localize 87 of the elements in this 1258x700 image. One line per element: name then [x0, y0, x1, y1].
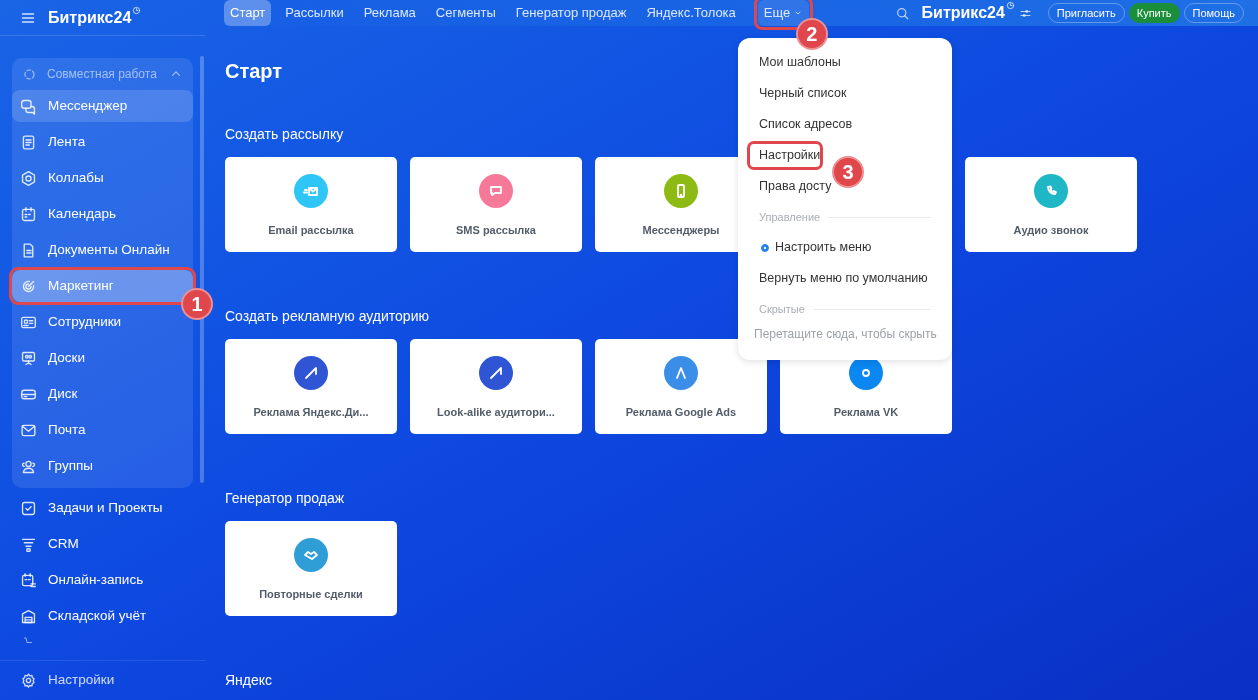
schedule-icon — [20, 571, 37, 589]
chat-bubbles-icon — [20, 97, 37, 115]
page-title: Старт — [225, 59, 283, 84]
logo-text: Битрикс24 — [48, 7, 132, 28]
tile-card[interactable]: Реклама Яндекс.Ди... — [225, 339, 397, 434]
tile-card[interactable]: Повторные сделки — [225, 521, 397, 616]
section-title: Создать рассылку — [225, 125, 344, 144]
document-icon — [20, 133, 37, 151]
tile-label: Аудио звонок — [1013, 223, 1089, 238]
sidebar-item[interactable]: Документы Онлайн — [12, 234, 193, 266]
sidebar-item-label: Складской учёт — [48, 606, 147, 625]
settings-item[interactable]: Настройки — [0, 660, 205, 700]
sidebar-item[interactable]: Почта — [12, 414, 193, 446]
sidebar-item-label: Диск — [48, 384, 78, 403]
header-button[interactable]: Купить — [1128, 3, 1180, 23]
tile-label: Мессенджеры — [642, 223, 720, 238]
nav-tab[interactable]: Старт — [224, 0, 272, 26]
sidebar-item-label: Календарь — [48, 204, 117, 223]
sidebar-item[interactable]: CRM — [12, 528, 193, 560]
group-title: Совместная работа — [47, 66, 158, 83]
tile-card[interactable]: Реклама Google Ads — [595, 339, 767, 434]
sidebar-item[interactable]: Мессенджер — [12, 90, 193, 122]
search-icon — [894, 5, 910, 21]
tile-card[interactable]: Email рассылка — [225, 157, 397, 252]
checkbox-icon — [20, 499, 37, 517]
nav-tab[interactable]: Рассылки — [279, 0, 350, 26]
menu-item[interactable]: Список адресов — [746, 109, 857, 140]
sidebar-item-label: Коллабы — [48, 168, 104, 187]
sidebar-item-label: Документы Онлайн — [48, 240, 170, 259]
sidebar-item[interactable]: Диск — [12, 378, 193, 410]
clock-icon — [132, 5, 142, 15]
sidebar-item-label: Маркетинг — [48, 276, 114, 295]
gear-icon — [20, 672, 37, 689]
step-badge: 3 — [832, 156, 864, 188]
nav-tab[interactable]: Генератор продаж — [509, 0, 633, 26]
sidebar-item-label: Задачи и Проекты — [48, 498, 163, 517]
warehouse-icon — [20, 607, 37, 625]
sidebar-item[interactable]: Складской учёт — [12, 600, 193, 632]
sidebar-item[interactable]: Группы — [12, 450, 193, 482]
sidebar-item-label: Мессенджер — [48, 96, 128, 115]
tile-card[interactable]: Аудио звонок — [965, 157, 1137, 252]
section-title: Яндекс — [225, 671, 273, 690]
tile-label: Реклама Яндекс.Ди... — [253, 405, 369, 420]
step-badge: 2 — [795, 18, 828, 50]
tile-label: Look-alike аудитори... — [437, 405, 555, 420]
logo-text: Битрикс24 — [921, 3, 1005, 23]
sparkle-ring-icon — [22, 66, 37, 82]
menu-item[interactable]: Вернуть меню по умолчанию — [746, 263, 932, 294]
section-title: Создать рекламную аудиторию — [225, 307, 429, 326]
sidebar-item[interactable]: Доски — [12, 342, 193, 374]
menu-section-label: Скрытые — [759, 301, 805, 317]
sidebar-item[interactable]: Календарь — [12, 198, 193, 230]
tile-label: Реклама VK — [833, 405, 899, 420]
sidebar-item-label: Лента — [48, 132, 86, 151]
sidebar-item[interactable]: Маркетинг — [12, 270, 193, 302]
hexagon-icon — [20, 169, 37, 187]
sidebar-item[interactable]: Лента — [12, 126, 193, 158]
sidebar-item-label: Онлайн-запись — [48, 570, 144, 589]
nav-tab[interactable]: Еще — [757, 0, 810, 26]
step-badge: 1 — [181, 288, 213, 320]
board-icon — [20, 349, 37, 367]
sidebar-item-label: Почта — [48, 420, 86, 439]
settings-label: Настройки — [48, 671, 115, 690]
tile-label: Повторные сделки — [259, 587, 363, 602]
nav-tab[interactable]: Реклама — [357, 0, 422, 26]
sidebar-item-label: Доски — [48, 348, 85, 367]
section-title: Генератор продаж — [225, 489, 345, 508]
tile-label: Реклама Google Ads — [625, 405, 737, 420]
nav-tab[interactable]: Яндекс.Толока — [640, 0, 742, 26]
tile-card[interactable]: Look-alike аудитори... — [410, 339, 582, 434]
nav-tab[interactable]: Сегменты — [429, 0, 502, 26]
clock-icon — [1005, 1, 1015, 10]
menu-item[interactable]: Мои шаблоны — [746, 47, 845, 78]
menu-item[interactable]: Черный список — [746, 78, 851, 109]
gear-icon — [759, 241, 771, 254]
sidebar-item-label: CRM — [48, 534, 79, 553]
sidebar-item[interactable]: Онлайн-запись — [12, 564, 193, 596]
sidebar-item-label: Сотрудники — [48, 312, 122, 331]
tile-card[interactable]: SMS рассылка — [410, 157, 582, 252]
tile-label: Email рассылка — [268, 223, 354, 238]
sidebar-item[interactable]: Задачи и Проекты — [12, 492, 193, 524]
scrollbar[interactable] — [200, 56, 204, 483]
calendar-icon — [20, 205, 37, 223]
menu-item[interactable]: Настройки — [746, 140, 825, 171]
tile-label: SMS рассылка — [456, 223, 536, 238]
sidebar-item[interactable]: Коллабы — [12, 162, 193, 194]
sidebar-item-label: Группы — [48, 456, 93, 475]
